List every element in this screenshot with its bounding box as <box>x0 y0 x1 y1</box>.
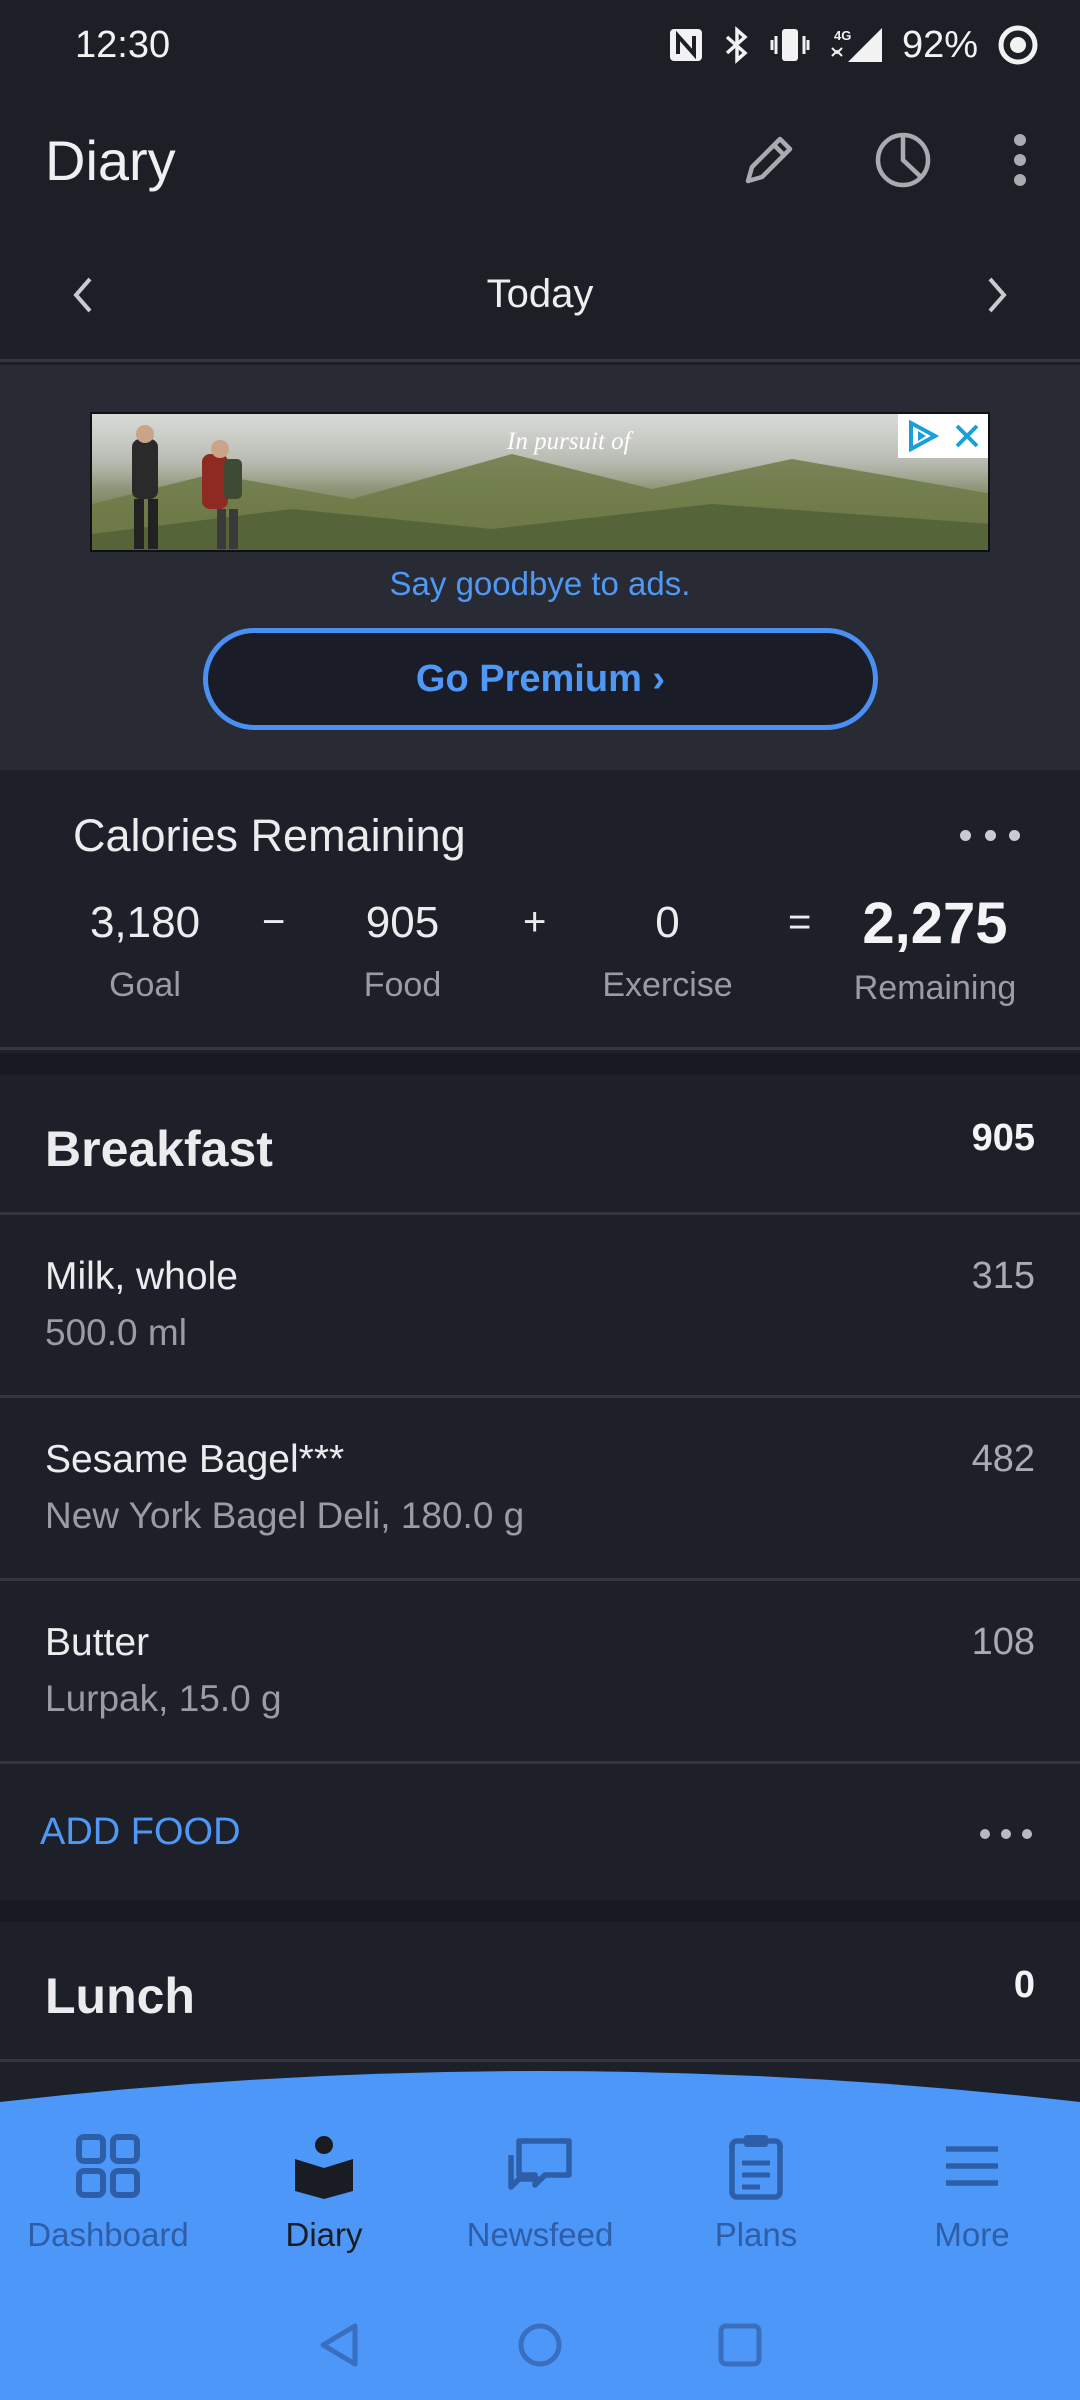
status-bar: 12:30 4G 92% <box>0 0 1080 90</box>
calorie-exercise: 0 Exercise <box>590 898 745 1005</box>
home-icon[interactable] <box>515 2320 565 2370</box>
nav-plans[interactable]: Plans <box>648 2130 864 2280</box>
ad-tagline: In pursuit of <box>507 428 631 455</box>
food-description: 500.0 ml <box>45 1312 187 1353</box>
nav-more[interactable]: More <box>864 2130 1080 2280</box>
close-icon <box>955 424 979 448</box>
svg-text:4G: 4G <box>834 28 851 43</box>
meal-total: 0 <box>1013 1964 1035 2006</box>
minus-sign: − <box>262 900 286 944</box>
equals-sign: = <box>788 900 812 944</box>
section-divider <box>0 1053 1080 1075</box>
calorie-goal: 3,180 Goal <box>70 898 220 1005</box>
menu-icon <box>936 2130 1008 2202</box>
nutrition-chart-button[interactable] <box>871 128 935 192</box>
nav-label: Plans <box>714 2216 798 2253</box>
exercise-label: Exercise <box>602 966 733 1004</box>
food-description: New York Bagel Deli, 180.0 g <box>45 1495 525 1536</box>
newsfeed-icon <box>504 2130 576 2202</box>
breakfast-actions: ADD FOOD <box>0 1764 1080 1899</box>
food-calories: 482 <box>971 1438 1035 1480</box>
ad-section: In pursuit of Say goodbye to ads. Go Pre… <box>0 365 1080 770</box>
more-vertical-icon <box>1014 134 1026 186</box>
ad-choices-icon <box>909 419 939 453</box>
nav-dashboard[interactable]: Dashboard <box>0 2130 216 2280</box>
battery-percent: 92% <box>901 23 978 66</box>
exercise-value: 0 <box>655 898 680 947</box>
bottom-navigation: Dashboard Diary Newsfeed Plans More <box>0 2060 1080 2400</box>
remove-ads-link[interactable]: Say goodbye to ads. <box>0 565 1080 603</box>
plans-icon <box>720 2130 792 2202</box>
food-description: Lurpak, 15.0 g <box>45 1678 282 1719</box>
app-header: Diary <box>0 90 1080 230</box>
goal-label: Goal <box>109 966 181 1004</box>
calorie-food: 905 Food <box>330 898 475 1005</box>
pie-chart-icon <box>875 132 931 188</box>
diary-icon <box>288 2130 360 2202</box>
date-navigation: Today <box>0 230 1080 362</box>
food-value: 905 <box>365 898 440 947</box>
back-icon[interactable] <box>315 2320 365 2370</box>
food-name: Butter <box>45 1621 150 1664</box>
food-entry[interactable]: Butter Lurpak, 15.0 g 108 <box>0 1581 1080 1764</box>
nav-label: Newsfeed <box>466 2216 614 2253</box>
bluetooth-icon <box>722 26 752 64</box>
food-calories: 108 <box>971 1621 1035 1663</box>
breakfast-section: Breakfast 905 Milk, whole 500.0 ml 315 S… <box>0 1075 1080 1899</box>
more-horizontal-icon <box>960 829 971 841</box>
calories-remaining-title: Calories Remaining <box>73 810 466 861</box>
food-label: Food <box>363 966 442 1004</box>
add-food-button[interactable]: ADD FOOD <box>40 1811 241 1854</box>
food-entry[interactable]: Milk, whole 500.0 ml 315 <box>0 1215 1080 1398</box>
nav-label: Dashboard <box>27 2216 189 2253</box>
lunch-header[interactable]: Lunch 0 <box>0 1922 1080 2062</box>
meal-name: Breakfast <box>45 1121 273 1177</box>
food-entry[interactable]: Sesame Bagel*** New York Bagel Deli, 180… <box>0 1398 1080 1581</box>
next-day-button[interactable] <box>969 267 1025 323</box>
status-icons: 4G 92% <box>668 23 1040 67</box>
dashboard-icon <box>72 2130 144 2202</box>
remaining-value: 2,275 <box>862 891 1008 956</box>
edit-button[interactable] <box>737 128 801 192</box>
system-navigation-bar <box>0 2305 1080 2385</box>
calories-more-button[interactable] <box>960 820 1020 850</box>
meal-name: Lunch <box>45 1968 195 2024</box>
battery-ring-icon <box>996 23 1040 67</box>
meal-total: 905 <box>971 1117 1035 1159</box>
recents-icon[interactable] <box>715 2320 765 2370</box>
go-premium-button[interactable]: Go Premium › <box>203 628 878 730</box>
header-actions <box>737 128 1035 192</box>
plus-sign: + <box>523 900 547 944</box>
section-divider <box>0 1900 1080 1922</box>
ad-choices[interactable] <box>898 414 988 458</box>
food-name: Sesame Bagel*** <box>45 1438 345 1481</box>
chevron-left-icon <box>73 277 92 312</box>
remaining-label: Remaining <box>853 969 1017 1007</box>
more-horizontal-icon <box>980 1829 990 1839</box>
chevron-right-icon <box>988 277 1007 312</box>
current-date-label[interactable]: Today <box>487 272 594 317</box>
signal-4g-icon: 4G <box>828 26 884 64</box>
nav-label: More <box>934 2216 1010 2253</box>
nav-label: Diary <box>285 2216 363 2253</box>
nav-diary[interactable]: Diary <box>216 2130 432 2280</box>
overflow-menu-button[interactable] <box>1005 128 1035 192</box>
lunch-section: Lunch 0 <box>0 1922 1080 2062</box>
food-name: Milk, whole <box>45 1255 238 1298</box>
pencil-icon <box>745 136 793 184</box>
nfc-icon <box>668 27 704 63</box>
nav-newsfeed[interactable]: Newsfeed <box>432 2130 648 2280</box>
breakfast-header[interactable]: Breakfast 905 <box>0 1075 1080 1215</box>
ad-banner[interactable]: In pursuit of <box>90 412 990 552</box>
vibrate-icon <box>770 26 810 64</box>
status-time: 12:30 <box>75 23 171 66</box>
goal-value: 3,180 <box>89 898 201 947</box>
breakfast-more-button[interactable] <box>980 1824 1032 1844</box>
previous-day-button[interactable] <box>55 267 111 323</box>
page-title: Diary <box>45 128 176 192</box>
calorie-remaining: 2,275 Remaining <box>845 890 1025 1008</box>
calories-remaining-card: Calories Remaining 3,180 Goal − 905 Food… <box>0 770 1080 1050</box>
food-calories: 315 <box>971 1255 1035 1297</box>
